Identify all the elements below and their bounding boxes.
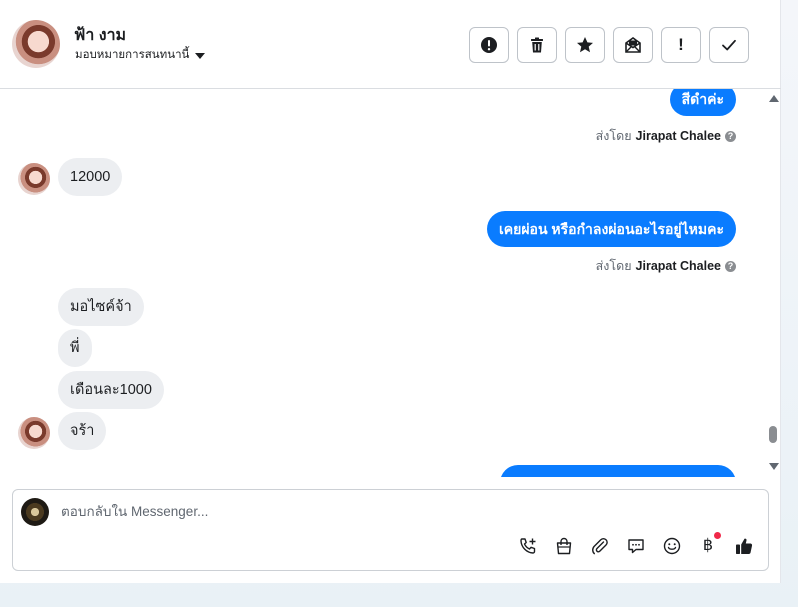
message-thread[interactable]: สีดำค่ะ ส่งโดย Jirapat Chalee ? 12000 เค… [0, 89, 766, 477]
star-button[interactable] [565, 27, 605, 63]
sent-by-label: ส่งโดย Jirapat Chalee ? [596, 126, 736, 146]
sent-by-prefix: ส่งโดย [595, 259, 632, 273]
phone-add-icon [520, 538, 536, 554]
reply-composer: ฿ [12, 489, 769, 571]
message-bubble-outgoing[interactable]: เคยผ่อน หรือกำลงผ่อนอะไรอยู่ไหมคะ [487, 211, 736, 247]
conversation-panel: ฟ้า งาม มอบหมายการสนทนานี้ ! สีดำค่ะ ส่ง… [0, 0, 781, 583]
scroll-up-arrow-icon[interactable] [769, 95, 779, 102]
payment-button[interactable]: ฿ [698, 532, 721, 556]
thread-scrollbar[interactable] [766, 89, 781, 477]
message-bubble-outgoing[interactable]: สีดำค่ะ [669, 89, 736, 116]
exclamation-icon: ! [678, 35, 684, 54]
conversation-toolbar: ! [469, 27, 749, 63]
star-icon [577, 37, 593, 53]
mark-done-button[interactable] [709, 27, 749, 63]
composer-tools: ฿ [518, 532, 754, 556]
scroll-down-arrow-icon[interactable] [769, 463, 779, 470]
add-call-button[interactable] [518, 536, 538, 556]
mark-unread-button[interactable] [613, 27, 653, 63]
sent-by-label: ส่งโดย Jirapat Chalee ? [596, 256, 736, 276]
chat-bubbles-icon [628, 539, 644, 554]
checkmark-icon [722, 39, 736, 51]
caret-down-icon [195, 52, 206, 59]
alert-circle-icon [481, 37, 497, 53]
mark-spam-button[interactable] [469, 27, 509, 63]
attach-button[interactable] [590, 536, 610, 556]
contact-avatar[interactable] [12, 20, 60, 68]
shop-button[interactable] [554, 536, 574, 556]
envelope-open-icon [625, 37, 641, 53]
sent-by-prefix: ส่งโดย [595, 129, 632, 143]
baht-icon: ฿ [702, 537, 714, 554]
shopping-bag-icon [556, 537, 572, 555]
conversation-header: ฟ้า งาม มอบหมายการสนทนานี้ ! [0, 0, 781, 89]
reply-input[interactable] [61, 504, 701, 519]
scrollbar-thumb[interactable] [769, 426, 777, 443]
message-bubble-outgoing[interactable] [500, 465, 736, 477]
sent-by-name[interactable]: Jirapat Chalee [636, 259, 721, 273]
page-avatar [21, 498, 49, 526]
delete-button[interactable] [517, 27, 557, 63]
trash-icon [531, 37, 543, 53]
thumbs-up-icon [736, 538, 753, 554]
assign-conversation-dropdown[interactable]: มอบหมายการสนทนานี้ [75, 46, 206, 64]
sender-avatar[interactable] [18, 163, 50, 195]
like-button[interactable] [734, 536, 754, 556]
notification-dot [714, 532, 721, 539]
follow-up-button[interactable]: ! [661, 27, 701, 63]
message-bubble-incoming[interactable]: 12000 [58, 158, 123, 196]
emoji-button[interactable] [662, 536, 682, 556]
info-icon[interactable]: ? [725, 260, 736, 272]
message-bubble-incoming[interactable]: เดือนละ1000 [58, 371, 164, 409]
emoji-icon [663, 537, 681, 555]
info-icon[interactable]: ? [725, 130, 736, 142]
saved-replies-button[interactable] [626, 536, 646, 556]
message-bubble-incoming[interactable]: จร้า [58, 412, 107, 450]
sent-by-name[interactable]: Jirapat Chalee [636, 129, 721, 143]
sender-avatar[interactable] [18, 417, 50, 449]
assign-label: มอบหมายการสนทนานี้ [75, 49, 190, 61]
paperclip-icon [592, 537, 608, 555]
contact-name[interactable]: ฟ้า งาม [74, 23, 126, 48]
message-bubble-incoming[interactable]: มอไซค์จ้า [58, 288, 144, 326]
message-bubble-incoming[interactable]: พี่ [58, 329, 92, 367]
